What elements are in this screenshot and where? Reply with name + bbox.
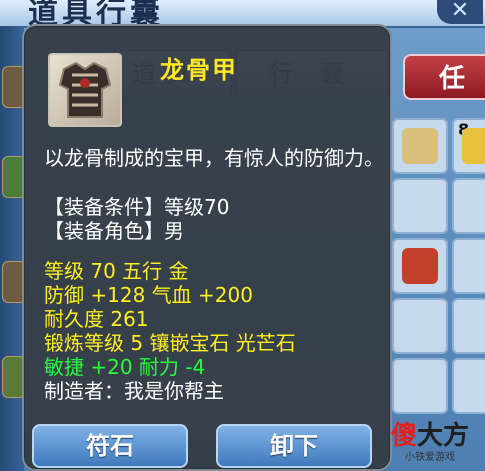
inventory-slot[interactable] bbox=[452, 238, 485, 294]
fushi-button[interactable]: 符石 bbox=[32, 424, 188, 468]
stat-durability: 耐久度 261 bbox=[44, 307, 149, 331]
item-name: 龙骨甲 bbox=[160, 56, 238, 84]
armor-icon-graphic bbox=[58, 61, 112, 118]
inventory-slot[interactable] bbox=[392, 298, 448, 354]
item-icon bbox=[462, 128, 485, 164]
inventory-slot[interactable]: 8 bbox=[452, 118, 485, 174]
inventory-slot[interactable] bbox=[392, 238, 448, 294]
inventory-slot[interactable] bbox=[392, 178, 448, 234]
item-icon bbox=[402, 248, 438, 284]
inventory-slot[interactable] bbox=[452, 298, 485, 354]
inventory-slot[interactable] bbox=[392, 358, 448, 414]
inventory-slot[interactable] bbox=[392, 118, 448, 174]
watermark-red: 傻 bbox=[390, 421, 417, 451]
stat-bonus: 敏捷 +20 耐力 -4 bbox=[44, 355, 206, 379]
task-button[interactable]: 任 bbox=[403, 54, 485, 100]
close-icon[interactable]: ✕ bbox=[437, 0, 483, 24]
unequip-button[interactable]: 卸下 bbox=[216, 424, 372, 468]
watermark-logo: 傻大方 小铁爱游戏 bbox=[391, 422, 469, 463]
item-icon bbox=[402, 128, 438, 164]
item-description: 以龙骨制成的宝甲，有惊人的防御力。 bbox=[44, 146, 384, 170]
watermark-dark: 大方 bbox=[416, 421, 469, 451]
maker-line: 制造者：我是你帮主 bbox=[44, 379, 224, 403]
stat-level-element: 等级 70 五行 金 bbox=[44, 259, 189, 283]
equip-role: 【装备角色】男 bbox=[44, 219, 184, 243]
inventory-slot[interactable] bbox=[452, 178, 485, 234]
left-item-rail bbox=[0, 26, 26, 471]
stat-defense-hp: 防御 +128 气血 +200 bbox=[44, 283, 253, 307]
armor-icon bbox=[48, 53, 122, 127]
item-tooltip: 龙骨甲 以龙骨制成的宝甲，有惊人的防御力。 【装备条件】等级70 【装备角色】男… bbox=[22, 24, 392, 471]
equip-condition: 【装备条件】等级70 bbox=[44, 195, 230, 219]
inventory-slot[interactable] bbox=[452, 358, 485, 414]
stat-forge-gem: 锻炼等级 5 镶嵌宝石 光芒石 bbox=[44, 331, 296, 355]
